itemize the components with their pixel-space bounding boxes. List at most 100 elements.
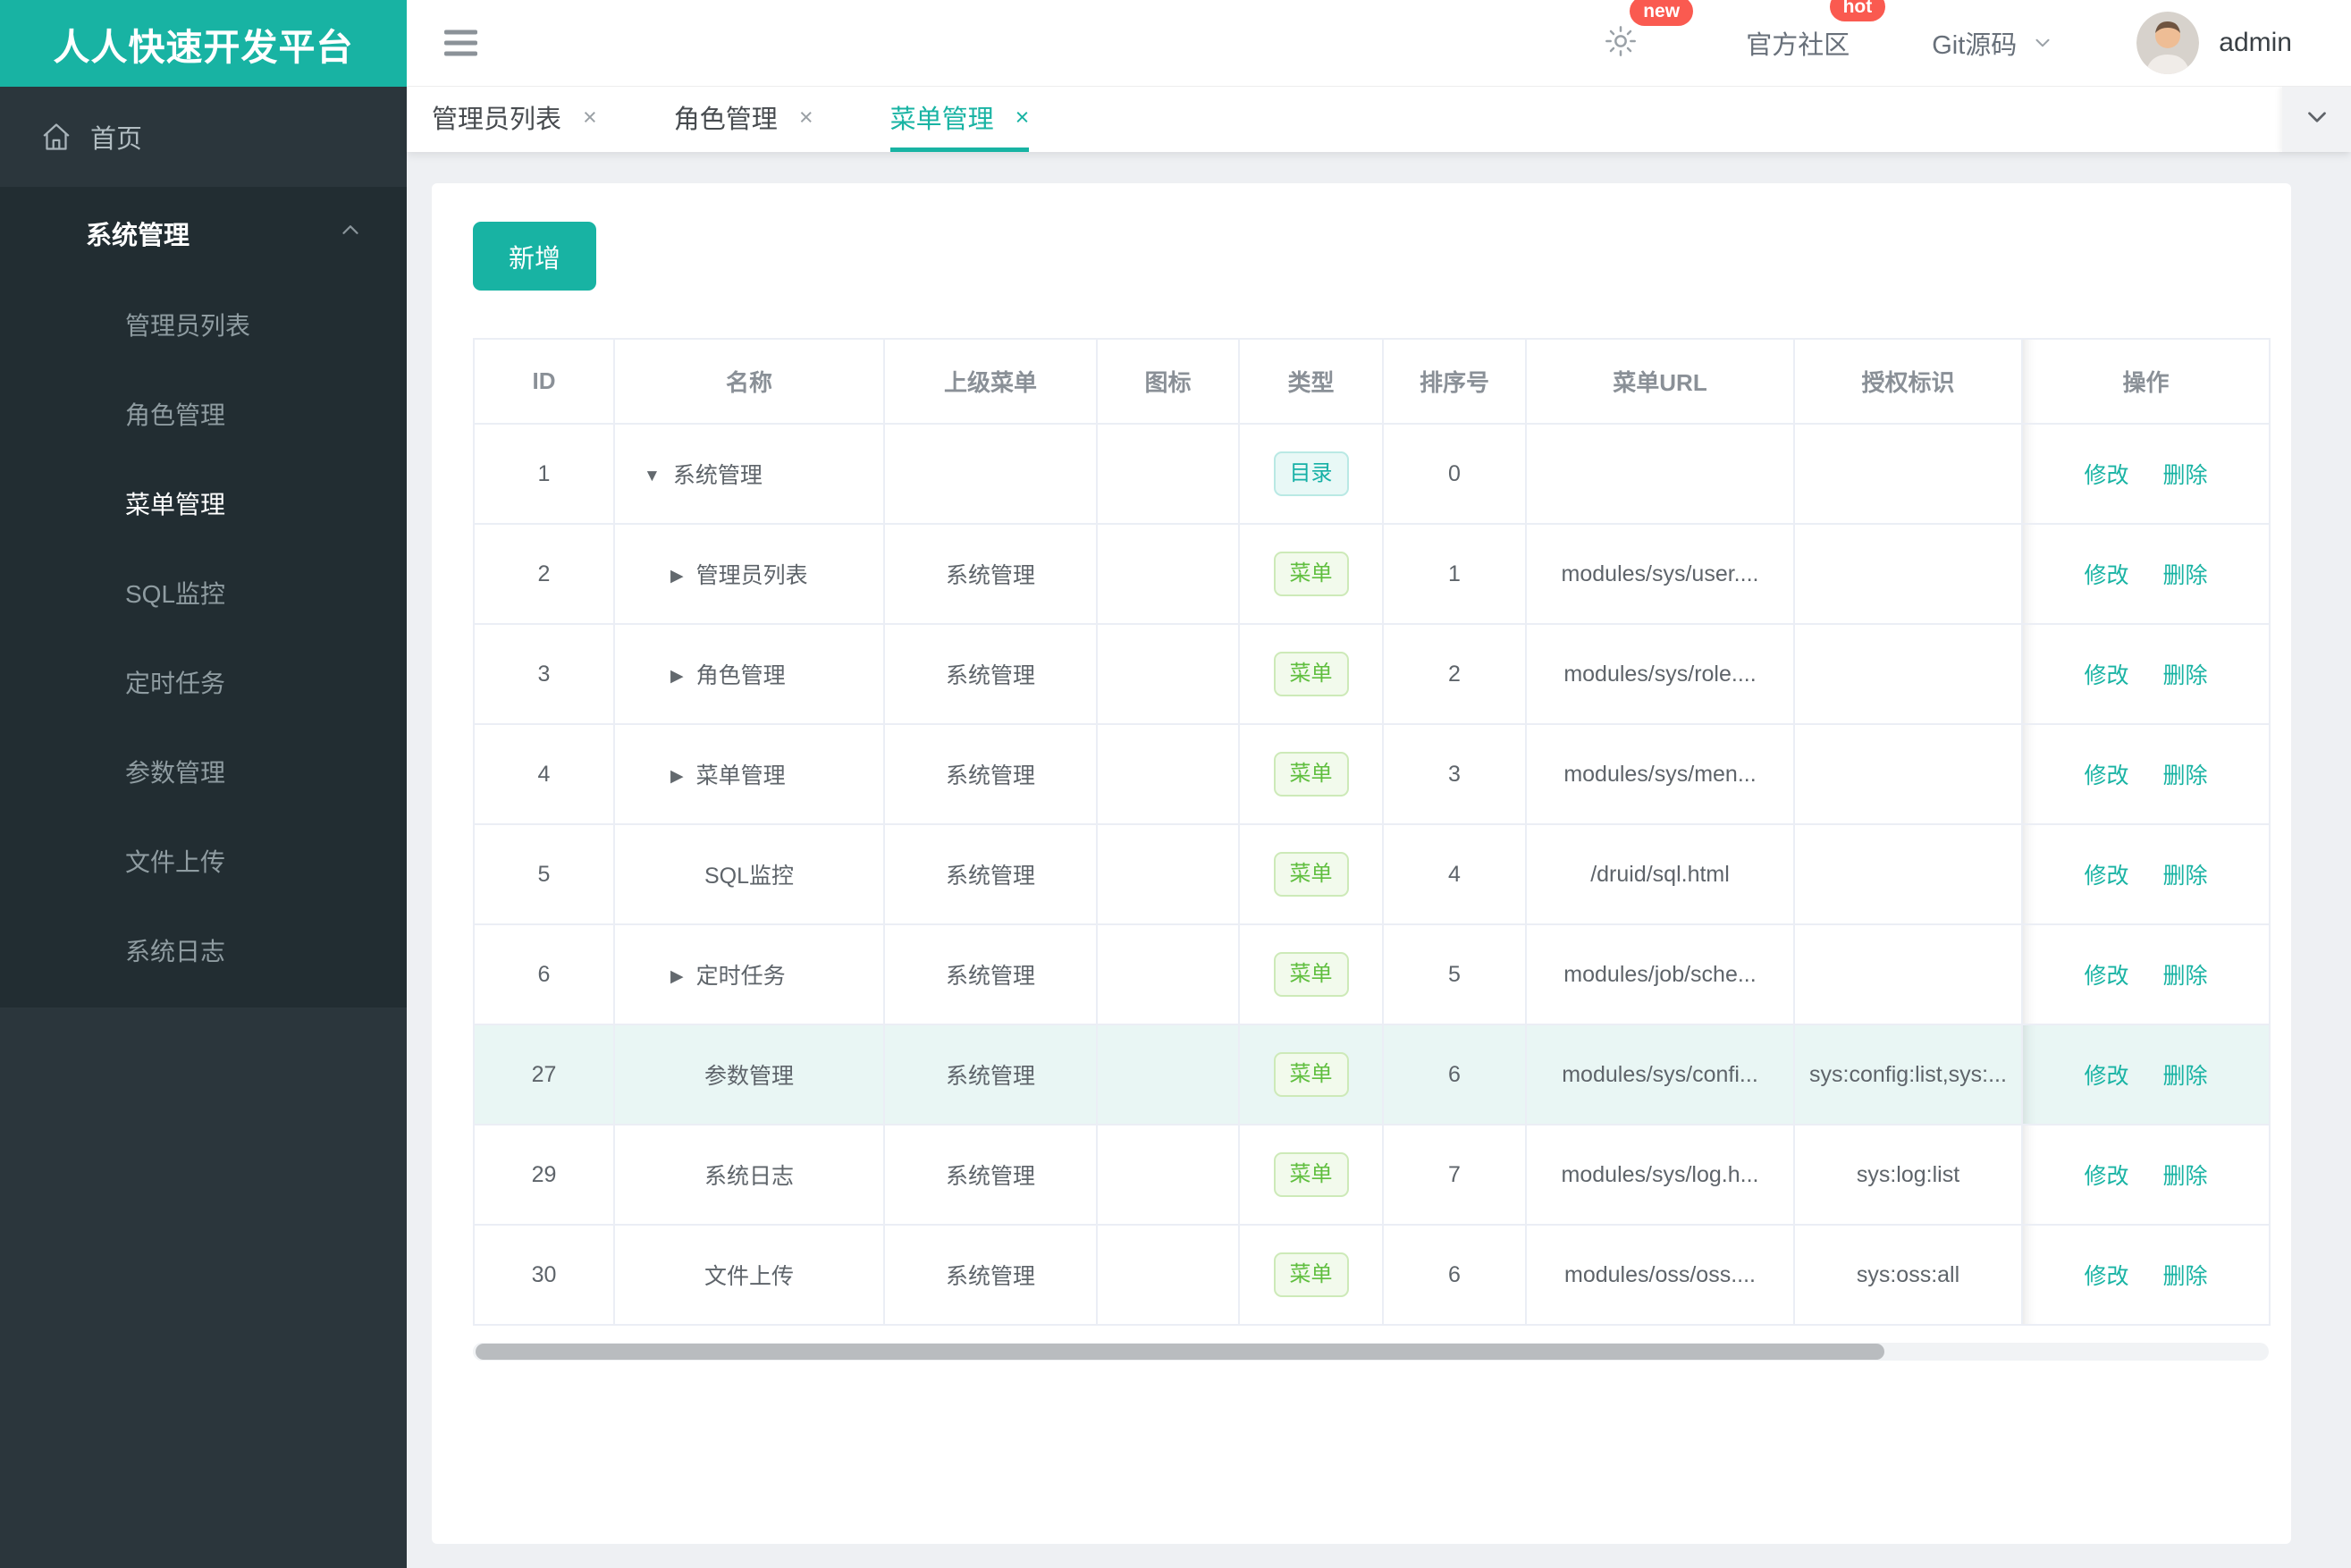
cell-id: 27 [473,1024,615,1125]
cell-actions: 修改 删除 [2021,1024,2271,1125]
edit-link[interactable]: 修改 [2084,663,2128,688]
edit-link[interactable]: 修改 [2084,864,2128,889]
cell-parent: 系统管理 [883,923,1098,1025]
username[interactable]: admin [2219,28,2292,58]
table-row: 30 文件上传 系统管理 菜单 6 modules/oss/oss.... sys:oss:… [473,1224,2271,1326]
tab-2[interactable]: 角色管理 × [674,87,813,152]
type-badge: 菜单 [1273,751,1349,797]
delete-link[interactable]: 删除 [2163,864,2208,889]
cell-type: 菜单 [1238,1024,1384,1125]
cell-permission: sys:log:list [1793,1124,2023,1226]
column-header: 操作 [2021,338,2271,425]
cell-url: modules/job/sche... [1525,923,1795,1025]
cell-name: 文件上传 [613,1224,885,1326]
expand-arrow-icon[interactable]: ▶ [670,767,684,786]
avatar[interactable] [2136,12,2200,74]
cell-id: 5 [473,823,615,925]
cell-name: ▶ 管理员列表 [613,523,885,625]
menu-name: 菜单管理 [695,763,786,788]
delete-link[interactable]: 删除 [2163,1164,2208,1189]
cell-id: 1 [473,423,615,525]
column-header: 名称 [613,338,885,425]
delete-link[interactable]: 删除 [2163,1264,2208,1289]
sidebar-item-2[interactable]: 角色管理 [0,369,407,459]
sidebar-group-label: 系统管理 [86,222,190,250]
sidebar-group-system[interactable]: 系统管理 [0,187,407,280]
chevron-down-icon [2302,102,2332,137]
horizontal-scrollbar-thumb[interactable] [476,1344,1884,1360]
tab-label: 菜单管理 [889,105,994,134]
cell-icon [1096,423,1240,525]
delete-link[interactable]: 删除 [2163,463,2208,488]
delete-link[interactable]: 删除 [2163,1064,2208,1089]
cell-url [1525,423,1795,525]
column-header: 图标 [1096,338,1240,425]
cell-actions: 修改 删除 [2021,1124,2271,1226]
cell-parent: 系统管理 [883,1024,1098,1125]
cell-parent: 系统管理 [883,1224,1098,1326]
tab-close-icon[interactable]: × [799,104,813,131]
delete-link[interactable]: 删除 [2163,563,2208,588]
content-panel: 新增 ID 名称 上级菜单 图标 类型 排序号 菜单URL 授权标识 操作 1 ▼ 系统管理 目录 0 修… [432,183,2291,1544]
cell-id: 2 [473,523,615,625]
sidebar-item-8[interactable]: 系统日志 [0,906,407,995]
sidebar-item-7[interactable]: 文件上传 [0,816,407,906]
community-link[interactable]: 官方社区 hot [1746,0,1886,62]
tab-3[interactable]: 菜单管理 × [889,87,1030,152]
edit-link[interactable]: 修改 [2084,964,2128,989]
collapse-arrow-icon[interactable]: ▼ [644,467,661,485]
cell-parent: 系统管理 [883,523,1098,625]
tab-1[interactable]: 管理员列表 × [432,87,597,152]
sidebar-item-1[interactable]: 管理员列表 [0,280,407,369]
cell-type: 菜单 [1238,823,1384,925]
edit-link[interactable]: 修改 [2084,563,2128,588]
main-content: 新增 ID 名称 上级菜单 图标 类型 排序号 菜单URL 授权标识 操作 1 ▼ 系统管理 目录 0 修… [407,152,2351,1568]
tab-close-icon[interactable]: × [583,104,597,131]
expand-arrow-icon[interactable]: ▶ [670,967,684,986]
tab-overflow-button[interactable] [2282,87,2351,152]
menu-name: 系统管理 [672,463,763,488]
sidebar-menu-group: 系统管理 管理员列表 角色管理 菜单管理 SQL监控 定时任务 参数管理 文件上传 系统日志 [0,187,407,1007]
sidebar-item-4[interactable]: SQL监控 [0,548,407,637]
chevron-down-icon [2031,31,2054,55]
cell-id: 30 [473,1224,615,1326]
git-source-link[interactable]: Git源码 [1932,24,2054,62]
edit-link[interactable]: 修改 [2084,763,2128,788]
edit-link[interactable]: 修改 [2084,1264,2128,1289]
edit-link[interactable]: 修改 [2084,1064,2128,1089]
column-header: 上级菜单 [883,338,1098,425]
sidebar-item-5[interactable]: 定时任务 [0,637,407,727]
expand-arrow-icon[interactable]: ▶ [670,567,684,586]
cell-order: 3 [1382,723,1527,825]
cell-permission [1793,623,2023,725]
type-badge: 目录 [1273,451,1349,497]
sidebar-item-3[interactable]: 菜单管理 [0,459,407,548]
delete-link[interactable]: 删除 [2163,964,2208,989]
cell-order: 5 [1382,923,1527,1025]
settings-button[interactable]: new [1603,0,1694,63]
cell-parent [883,423,1098,525]
sidebar-item-6[interactable]: 参数管理 [0,727,407,816]
tab-bar: 管理员列表 × 角色管理 × 菜单管理 × [407,87,2351,152]
table-row: 3 ▶ 角色管理 系统管理 菜单 2 modules/sys/role.... 修改 删除 [473,623,2271,725]
cell-icon [1096,923,1240,1025]
delete-link[interactable]: 删除 [2163,763,2208,788]
expand-arrow-icon[interactable]: ▶ [670,667,684,686]
edit-link[interactable]: 修改 [2084,463,2128,488]
new-badge: new [1630,0,1694,26]
cell-type: 目录 [1238,423,1384,525]
horizontal-scrollbar-track[interactable] [473,1343,2269,1361]
menu-table: ID 名称 上级菜单 图标 类型 排序号 菜单URL 授权标识 操作 1 ▼ 系统管理 目录 0 修改 删除… [473,338,2271,1326]
sidebar-item-home[interactable]: 首页 [0,87,407,187]
cell-actions: 修改 删除 [2021,923,2271,1025]
cell-permission [1793,423,2023,525]
table-row: 4 ▶ 菜单管理 系统管理 菜单 3 modules/sys/men... 修改 删除 [473,723,2271,825]
tab-close-icon[interactable]: × [1015,104,1030,131]
delete-link[interactable]: 删除 [2163,663,2208,688]
add-button[interactable]: 新增 [473,222,596,291]
git-label: Git源码 [1932,31,2018,60]
edit-link[interactable]: 修改 [2084,1164,2128,1189]
type-badge: 菜单 [1273,651,1349,697]
cell-permission [1793,723,2023,825]
hamburger-menu-icon[interactable] [444,24,477,63]
